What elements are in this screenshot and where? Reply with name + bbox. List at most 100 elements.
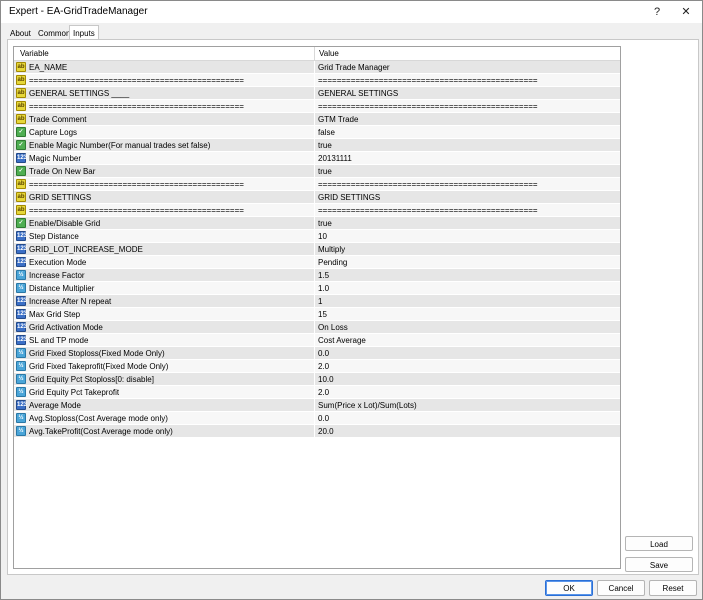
column-divider[interactable] bbox=[314, 47, 315, 61]
column-header-value[interactable]: Value bbox=[319, 49, 339, 58]
variable-value[interactable]: 10 bbox=[318, 231, 618, 242]
input-row[interactable]: ½ Grid Equity Pct Stoploss[0: disable] 10.… bbox=[14, 373, 620, 386]
reset-button[interactable]: Reset bbox=[649, 580, 697, 596]
expert-dialog: Expert - EA-GridTradeManager ? ✕ About C… bbox=[0, 0, 703, 600]
variable-name: Step Distance bbox=[29, 232, 79, 241]
input-row[interactable]: 123 Step Distance 10 bbox=[14, 230, 620, 243]
variable-name: EA_NAME bbox=[29, 63, 68, 72]
variable-name: Grid Equity Pct Stoploss[0: disable] bbox=[29, 375, 154, 384]
enum-type-icon: 123 bbox=[16, 257, 28, 267]
help-icon[interactable]: ? bbox=[645, 4, 669, 20]
input-row[interactable]: ab GRID SETTINGS GRID SETTINGS bbox=[14, 191, 620, 204]
cell-divider bbox=[314, 334, 315, 347]
input-row[interactable]: 123 Magic Number 20131111 bbox=[14, 152, 620, 165]
string-type-icon: ab bbox=[16, 62, 26, 72]
variable-name: ========================================… bbox=[29, 102, 244, 111]
variable-value[interactable]: 20131111 bbox=[318, 153, 618, 164]
variable-value[interactable]: On Loss bbox=[318, 322, 618, 333]
variable-name: ========================================… bbox=[29, 180, 244, 189]
variable-value[interactable]: ========================================… bbox=[318, 179, 618, 190]
string-type-icon: ab bbox=[16, 75, 26, 85]
cell-divider bbox=[314, 386, 315, 399]
string-type-icon: ab bbox=[16, 192, 26, 202]
string-type-icon: ab bbox=[16, 88, 26, 98]
grid-header: Variable Value bbox=[14, 47, 620, 61]
variable-value[interactable]: 20.0 bbox=[318, 426, 618, 437]
variable-value[interactable]: GRID SETTINGS bbox=[318, 192, 618, 203]
boolean-type-icon: ✓ bbox=[16, 166, 26, 176]
integer-type-icon: 123 bbox=[16, 231, 28, 241]
variable-value[interactable]: GTM Trade bbox=[318, 114, 618, 125]
column-header-variable[interactable]: Variable bbox=[20, 49, 49, 58]
input-row[interactable]: 123 Average Mode Sum(Price x Lot)/Sum(Lots… bbox=[14, 399, 620, 412]
variable-value[interactable]: Grid Trade Manager bbox=[318, 62, 618, 73]
input-row[interactable]: ✓ Capture Logs false bbox=[14, 126, 620, 139]
input-row[interactable]: ab Trade Comment GTM Trade bbox=[14, 113, 620, 126]
variable-value[interactable]: ========================================… bbox=[318, 101, 618, 112]
input-row[interactable]: 123 Max Grid Step 15 bbox=[14, 308, 620, 321]
input-row[interactable]: 123 SL and TP mode Cost Average bbox=[14, 334, 620, 347]
string-type-icon: ab bbox=[16, 179, 26, 189]
input-row[interactable]: ✓ Enable/Disable Grid true bbox=[14, 217, 620, 230]
variable-value[interactable]: 15 bbox=[318, 309, 618, 320]
variable-name: Grid Equity Pct Takeprofit bbox=[29, 388, 120, 397]
double-type-icon: ½ bbox=[16, 387, 26, 397]
integer-type-icon: 123 bbox=[16, 296, 28, 306]
variable-value[interactable]: true bbox=[318, 140, 618, 151]
input-row[interactable]: ½ Avg.Stoploss(Cost Average mode only) 0.0 bbox=[14, 412, 620, 425]
input-row[interactable]: 123 Grid Activation Mode On Loss bbox=[14, 321, 620, 334]
input-row[interactable]: ½ Grid Equity Pct Takeprofit 2.0 bbox=[14, 386, 620, 399]
load-button[interactable]: Load bbox=[625, 536, 693, 551]
input-row[interactable]: ab ======================================… bbox=[14, 100, 620, 113]
variable-name: GRID_LOT_INCREASE_MODE bbox=[29, 245, 143, 254]
variable-value[interactable]: 2.0 bbox=[318, 361, 618, 372]
variable-value[interactable]: Pending bbox=[318, 257, 618, 268]
variable-value[interactable]: 0.0 bbox=[318, 413, 618, 424]
variable-value[interactable]: 10.0 bbox=[318, 374, 618, 385]
variable-name: GRID SETTINGS bbox=[29, 193, 92, 202]
variable-value[interactable]: 1.5 bbox=[318, 270, 618, 281]
input-row[interactable]: ½ Avg.TakeProfit(Cost Average mode only) 2… bbox=[14, 425, 620, 438]
variable-value[interactable]: 2.0 bbox=[318, 387, 618, 398]
variable-value[interactable]: 1.0 bbox=[318, 283, 618, 294]
variable-value[interactable]: ========================================… bbox=[318, 75, 618, 86]
variable-name: Enable/Disable Grid bbox=[29, 219, 101, 228]
input-row[interactable]: ab ======================================… bbox=[14, 74, 620, 87]
input-row[interactable]: 123 GRID_LOT_INCREASE_MODE Multiply bbox=[14, 243, 620, 256]
input-row[interactable]: ab ======================================… bbox=[14, 204, 620, 217]
input-row[interactable]: ab ======================================… bbox=[14, 178, 620, 191]
variable-value[interactable]: true bbox=[318, 218, 618, 229]
variable-value[interactable]: GENERAL SETTINGS bbox=[318, 88, 618, 99]
variable-value[interactable]: true bbox=[318, 166, 618, 177]
variable-value[interactable]: Sum(Price x Lot)/Sum(Lots) bbox=[318, 400, 618, 411]
input-row[interactable]: ½ Grid Fixed Stoploss(Fixed Mode Only) 0.0 bbox=[14, 347, 620, 360]
input-row[interactable]: ½ Distance Multiplier 1.0 bbox=[14, 282, 620, 295]
ok-button[interactable]: OK bbox=[545, 580, 593, 596]
variable-value[interactable]: Multiply bbox=[318, 244, 618, 255]
input-row[interactable]: 123 Execution Mode Pending bbox=[14, 256, 620, 269]
string-type-icon: ab bbox=[16, 205, 26, 215]
input-row[interactable]: ab GENERAL SETTINGS ____ GENERAL SETTINGS bbox=[14, 87, 620, 100]
input-row[interactable]: ½ Grid Fixed Takeprofit(Fixed Mode Only) 2… bbox=[14, 360, 620, 373]
cancel-button[interactable]: Cancel bbox=[597, 580, 645, 596]
input-row[interactable]: ✓ Enable Magic Number(For manual trades s… bbox=[14, 139, 620, 152]
variable-value[interactable]: 0.0 bbox=[318, 348, 618, 359]
cell-divider bbox=[314, 360, 315, 373]
variable-value[interactable]: ========================================… bbox=[318, 205, 618, 216]
variable-name: GENERAL SETTINGS ____ bbox=[29, 89, 130, 98]
input-row[interactable]: ✓ Trade On New Bar true bbox=[14, 165, 620, 178]
variable-name: Increase After N repeat bbox=[29, 297, 112, 306]
cell-divider bbox=[314, 152, 315, 165]
variable-value[interactable]: Cost Average bbox=[318, 335, 618, 346]
cell-divider bbox=[314, 100, 315, 113]
variable-value[interactable]: 1 bbox=[318, 296, 618, 307]
variable-name: Avg.Stoploss(Cost Average mode only) bbox=[29, 414, 168, 423]
input-row[interactable]: ½ Increase Factor 1.5 bbox=[14, 269, 620, 282]
input-row[interactable]: 123 Increase After N repeat 1 bbox=[14, 295, 620, 308]
input-row[interactable]: ab EA_NAME Grid Trade Manager bbox=[14, 61, 620, 74]
close-icon[interactable]: ✕ bbox=[674, 4, 698, 20]
variable-value[interactable]: false bbox=[318, 127, 618, 138]
variable-name: Grid Fixed Stoploss(Fixed Mode Only) bbox=[29, 349, 165, 358]
load-button-label: Load bbox=[650, 540, 668, 549]
save-button[interactable]: Save bbox=[625, 557, 693, 572]
